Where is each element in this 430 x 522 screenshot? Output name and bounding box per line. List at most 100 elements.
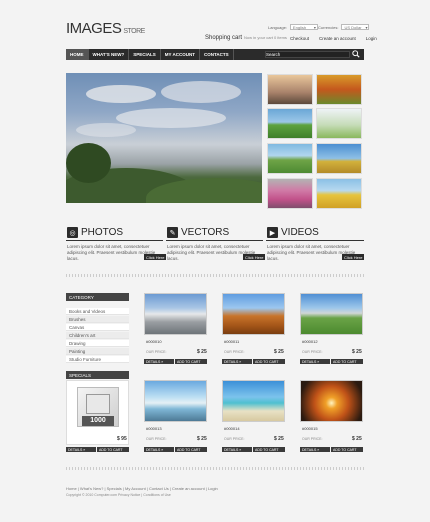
currency-value: US Dollar [344,24,362,30]
thumb-wheat-field[interactable] [316,143,362,174]
checkout-link[interactable]: Checkout [290,36,309,41]
thumb-autumn-trees[interactable] [316,74,362,105]
product-name[interactable]: #000015 [302,426,318,431]
logo-sub: STORE [123,28,145,35]
currency-select[interactable]: US Dollar ▾ [341,24,370,30]
shopping-cart[interactable]: Shopping cart Now in your cart 0 items [205,35,287,41]
cart-items: Now in your cart 0 items [244,35,287,40]
sidebar-item-canvas[interactable]: Canvas [66,324,129,331]
product-image[interactable] [144,293,207,335]
sidebar-item-drawing[interactable]: Drawing [66,340,129,347]
details-button[interactable]: DETAILS » [300,447,330,452]
footer-links[interactable]: Home | What's New? | Specials | My Accou… [66,486,218,491]
sidebar-item-studio-furniture[interactable]: Studio Furniture [66,356,129,363]
login-link[interactable]: Login [366,36,377,41]
product-price: $ 25 [274,349,284,355]
price-label: OUR PRICE: [146,350,167,354]
add-to-cart-button[interactable]: ADD TO CART [253,359,285,364]
details-button[interactable]: DETAILS » [222,447,252,452]
search-label: Search [266,52,281,57]
special-badge: 1000 [82,416,114,426]
product-name[interactable]: #000010 [146,339,162,344]
special-add-to-cart-button[interactable]: ADD TO CART [97,447,129,452]
thumb-yellow-field[interactable] [316,178,362,209]
product-image[interactable] [300,380,363,422]
language-select[interactable]: English ▾ [289,24,318,30]
cart-label: Shopping cart [205,35,243,41]
price-label: OUR PRICE: [224,350,245,354]
nav-home[interactable]: HOME [66,49,89,60]
product-price: $ 25 [274,436,284,442]
category-title: PHOTOS [81,227,124,238]
add-to-cart-button[interactable]: ADD TO CART [331,447,363,452]
divider [166,240,263,241]
currency-selector[interactable]: Currencies: US Dollar ▾ [318,24,370,30]
language-value: English [292,24,307,30]
film-icon: ▶ [267,227,278,238]
special-product-image: 1000 [77,387,119,427]
divider [266,240,364,241]
sidebar-item-childrens-art[interactable]: Children's art [66,332,129,339]
pen-icon: ✎ [167,227,178,238]
product-price: $ 25 [352,349,362,355]
footer-copyright: Copyright © 2010 Computer.com Privacy No… [66,493,171,497]
details-button[interactable]: DETAILS » [144,447,174,452]
vectors-more-button[interactable]: Click Here [243,254,266,260]
price-label: OUR PRICE: [302,350,323,354]
search-icon[interactable] [352,50,361,59]
language-selector[interactable]: Language: English ▾ [268,24,318,30]
category-vectors[interactable]: ✎ VECTORS [167,227,229,238]
special-product[interactable]: 1000 $ 95 [66,380,129,445]
details-button[interactable]: DETAILS » [222,359,252,364]
videos-more-button[interactable]: Click Here [342,254,365,260]
chevron-down-icon: ▾ [365,24,368,30]
product-name[interactable]: #000014 [224,426,240,431]
currency-label: Currencies: [318,24,339,30]
special-details-button[interactable]: DETAILS » [66,447,96,452]
details-button[interactable]: DETAILS » [300,359,330,364]
product-image[interactable] [300,293,363,335]
add-to-cart-button[interactable]: ADD TO CART [175,447,207,452]
thumb-hills[interactable] [267,143,313,174]
product-image[interactable] [144,380,207,422]
thumb-canyon[interactable] [267,74,313,105]
add-to-cart-button[interactable]: ADD TO CART [175,359,207,364]
brush-icon [86,394,110,414]
nav-my-account[interactable]: MY ACCOUNT [161,49,200,60]
product-name[interactable]: #000011 [224,339,239,344]
category-title: VECTORS [181,227,230,238]
nav-whats-new[interactable]: WHAT'S NEW? [89,49,130,60]
language-label: Language: [268,24,287,30]
category-videos[interactable]: ▶ VIDEOS [267,227,319,238]
details-button[interactable]: DETAILS » [144,359,174,364]
price-label: OUR PRICE: [146,437,167,441]
category-title: VIDEOS [281,227,319,238]
nav-specials[interactable]: SPECIALS [129,49,161,60]
top-links: Checkout Create an account Login [290,36,377,41]
sidebar-item-books[interactable]: Books and Videos [66,308,129,315]
sidebar-item-painting[interactable]: Painting [66,348,129,355]
add-to-cart-button[interactable]: ADD TO CART [253,447,285,452]
thumb-tree-meadow[interactable] [316,108,362,139]
category-photos[interactable]: ◎ PHOTOS [67,227,123,238]
product-price: $ 25 [352,436,362,442]
specials-heading: SPECIALS [66,371,129,379]
product-image[interactable] [222,293,285,335]
photos-more-button[interactable]: Click Here [144,254,167,260]
chevron-down-icon: ▾ [313,24,316,30]
create-account-link[interactable]: Create an account [319,36,356,41]
price-label: OUR PRICE: [302,437,323,441]
add-to-cart-button[interactable]: ADD TO CART [331,359,363,364]
nav-contacts[interactable]: CONTACTS [200,49,234,60]
category-heading: CATEGORY [66,293,129,301]
hero-image[interactable] [66,73,262,203]
special-price: $ 95 [117,436,127,442]
thumb-flowers[interactable] [267,178,313,209]
section-divider [66,467,364,470]
product-name[interactable]: #000013 [146,426,162,431]
thumb-green-field[interactable] [267,108,313,139]
sidebar-item-brushes[interactable]: Brushes [66,316,129,323]
product-image[interactable] [222,380,285,422]
product-name[interactable]: #000012 [302,339,318,344]
logo[interactable]: IMAGES STORE [66,20,145,37]
